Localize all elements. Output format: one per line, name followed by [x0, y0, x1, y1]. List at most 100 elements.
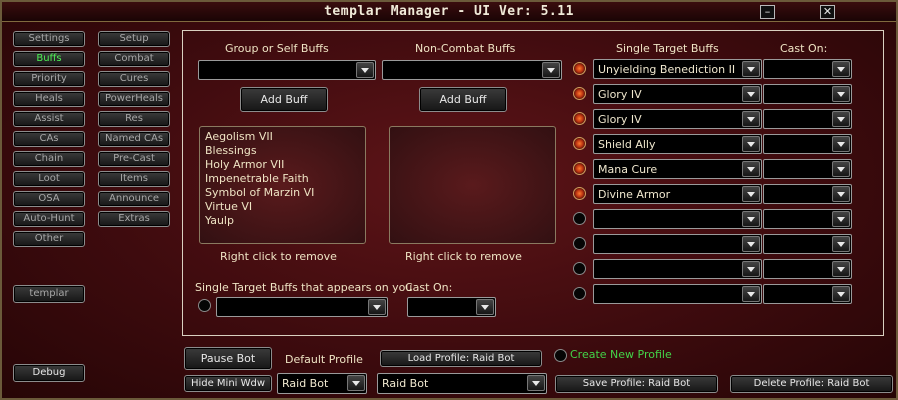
list-item[interactable]: Virtue VI — [205, 200, 360, 214]
delete-profile-button[interactable]: Delete Profile: Raid Bot — [730, 375, 893, 393]
tab-settings[interactable]: Settings — [13, 31, 85, 47]
close-icon[interactable]: ✕ — [820, 5, 835, 19]
chevron-down-icon[interactable] — [742, 236, 760, 252]
tab-named-cas[interactable]: Named CAs — [98, 131, 170, 147]
debug-button[interactable]: Debug — [13, 364, 85, 382]
chevron-down-icon[interactable] — [742, 186, 760, 202]
chevron-down-icon[interactable] — [476, 299, 494, 315]
single-target-buff-dropdown[interactable] — [593, 209, 762, 229]
single-target-toggle[interactable] — [573, 62, 586, 75]
single-target-cast-on-dropdown[interactable] — [763, 184, 852, 204]
single-target-buff-dropdown[interactable]: Unyielding Benediction II — [593, 59, 762, 79]
chevron-down-icon[interactable] — [742, 136, 760, 152]
list-item[interactable]: Aegolism VII — [205, 130, 360, 144]
tab-powerheals[interactable]: PowerHeals — [98, 91, 170, 107]
chevron-down-icon[interactable] — [832, 161, 850, 177]
minimize-icon[interactable]: – — [760, 5, 775, 19]
single-target-toggle[interactable] — [573, 237, 586, 250]
appears-on-you-toggle[interactable] — [198, 299, 211, 312]
tab-auto-hunt[interactable]: Auto-Hunt — [13, 211, 85, 227]
single-target-buff-dropdown[interactable]: Mana Cure — [593, 159, 762, 179]
chevron-down-icon[interactable] — [742, 261, 760, 277]
pause-bot-button[interactable]: Pause Bot — [184, 347, 272, 370]
single-target-toggle[interactable] — [573, 112, 586, 125]
single-target-toggle[interactable] — [573, 212, 586, 225]
chevron-down-icon[interactable] — [832, 236, 850, 252]
list-item[interactable]: Holy Armor VII — [205, 158, 360, 172]
tab-other[interactable]: Other — [13, 231, 85, 247]
single-target-cast-on-dropdown[interactable] — [763, 84, 852, 104]
chevron-down-icon[interactable] — [527, 375, 545, 391]
tab-heals[interactable]: Heals — [13, 91, 85, 107]
single-target-buff-dropdown[interactable] — [593, 284, 762, 304]
tab-buffs[interactable]: Buffs — [13, 51, 85, 67]
group-buffs-dropdown[interactable] — [198, 60, 376, 80]
create-profile-toggle[interactable] — [554, 349, 567, 362]
chevron-down-icon[interactable] — [832, 111, 850, 127]
chevron-down-icon[interactable] — [832, 211, 850, 227]
chevron-down-icon[interactable] — [832, 61, 850, 77]
single-target-buff-dropdown[interactable] — [593, 259, 762, 279]
single-target-toggle[interactable] — [573, 162, 586, 175]
chevron-down-icon[interactable] — [742, 61, 760, 77]
single-target-cast-on-dropdown[interactable] — [763, 159, 852, 179]
chevron-down-icon[interactable] — [742, 161, 760, 177]
tab-chain[interactable]: Chain — [13, 151, 85, 167]
tab-extras[interactable]: Extras — [98, 211, 170, 227]
group-buffs-list[interactable]: Aegolism VII Blessings Holy Armor VII Impen… — [199, 126, 366, 244]
single-target-buff-dropdown[interactable]: Glory IV — [593, 84, 762, 104]
appears-cast-on-dropdown[interactable] — [407, 297, 496, 317]
chevron-down-icon[interactable] — [832, 136, 850, 152]
single-target-cast-on-dropdown[interactable] — [763, 284, 852, 304]
tab-combat[interactable]: Combat — [98, 51, 170, 67]
single-target-cast-on-dropdown[interactable] — [763, 234, 852, 254]
save-profile-button[interactable]: Save Profile: Raid Bot — [555, 375, 718, 393]
single-target-buff-dropdown[interactable] — [593, 234, 762, 254]
chevron-down-icon[interactable] — [832, 186, 850, 202]
chevron-down-icon[interactable] — [742, 111, 760, 127]
add-group-buff-button[interactable]: Add Buff — [240, 87, 328, 112]
list-item[interactable]: Yaulp — [205, 214, 360, 228]
chevron-down-icon[interactable] — [742, 286, 760, 302]
appears-on-you-dropdown[interactable] — [216, 297, 388, 317]
single-target-cast-on-dropdown[interactable] — [763, 209, 852, 229]
single-target-cast-on-dropdown[interactable] — [763, 259, 852, 279]
hide-mini-window-button[interactable]: Hide Mini Wdw — [184, 375, 272, 392]
chevron-down-icon[interactable] — [742, 211, 760, 227]
tab-cas[interactable]: CAs — [13, 131, 85, 147]
single-target-cast-on-dropdown[interactable] — [763, 59, 852, 79]
tab-priority[interactable]: Priority — [13, 71, 85, 87]
list-item[interactable]: Symbol of Marzin VI — [205, 186, 360, 200]
noncombat-buffs-list[interactable] — [389, 126, 556, 244]
single-target-buff-dropdown[interactable]: Glory IV — [593, 109, 762, 129]
list-item[interactable]: Blessings — [205, 144, 360, 158]
tab-loot[interactable]: Loot — [13, 171, 85, 187]
single-target-buff-dropdown[interactable]: Shield Ally — [593, 134, 762, 154]
tab-assist[interactable]: Assist — [13, 111, 85, 127]
tab-setup[interactable]: Setup — [98, 31, 170, 47]
single-target-toggle[interactable] — [573, 187, 586, 200]
chevron-down-icon[interactable] — [832, 86, 850, 102]
chevron-down-icon[interactable] — [356, 62, 374, 78]
default-profile-dropdown[interactable]: Raid Bot — [277, 373, 367, 394]
single-target-toggle[interactable] — [573, 87, 586, 100]
add-noncombat-buff-button[interactable]: Add Buff — [419, 87, 507, 112]
single-target-cast-on-dropdown[interactable] — [763, 134, 852, 154]
chevron-down-icon[interactable] — [542, 62, 560, 78]
single-target-cast-on-dropdown[interactable] — [763, 109, 852, 129]
chevron-down-icon[interactable] — [832, 261, 850, 277]
profile-select-dropdown[interactable]: Raid Bot — [377, 373, 547, 394]
load-profile-button[interactable]: Load Profile: Raid Bot — [380, 350, 542, 367]
chevron-down-icon[interactable] — [347, 375, 365, 391]
tab-osa[interactable]: OSA — [13, 191, 85, 207]
tab-cures[interactable]: Cures — [98, 71, 170, 87]
tab-announce[interactable]: Announce — [98, 191, 170, 207]
single-target-toggle[interactable] — [573, 262, 586, 275]
noncombat-buffs-dropdown[interactable] — [382, 60, 562, 80]
single-target-buff-dropdown[interactable]: Divine Armor — [593, 184, 762, 204]
create-new-profile-label[interactable]: Create New Profile — [570, 348, 672, 361]
single-target-toggle[interactable] — [573, 287, 586, 300]
chevron-down-icon[interactable] — [832, 286, 850, 302]
list-item[interactable]: Impenetrable Faith — [205, 172, 360, 186]
single-target-toggle[interactable] — [573, 137, 586, 150]
